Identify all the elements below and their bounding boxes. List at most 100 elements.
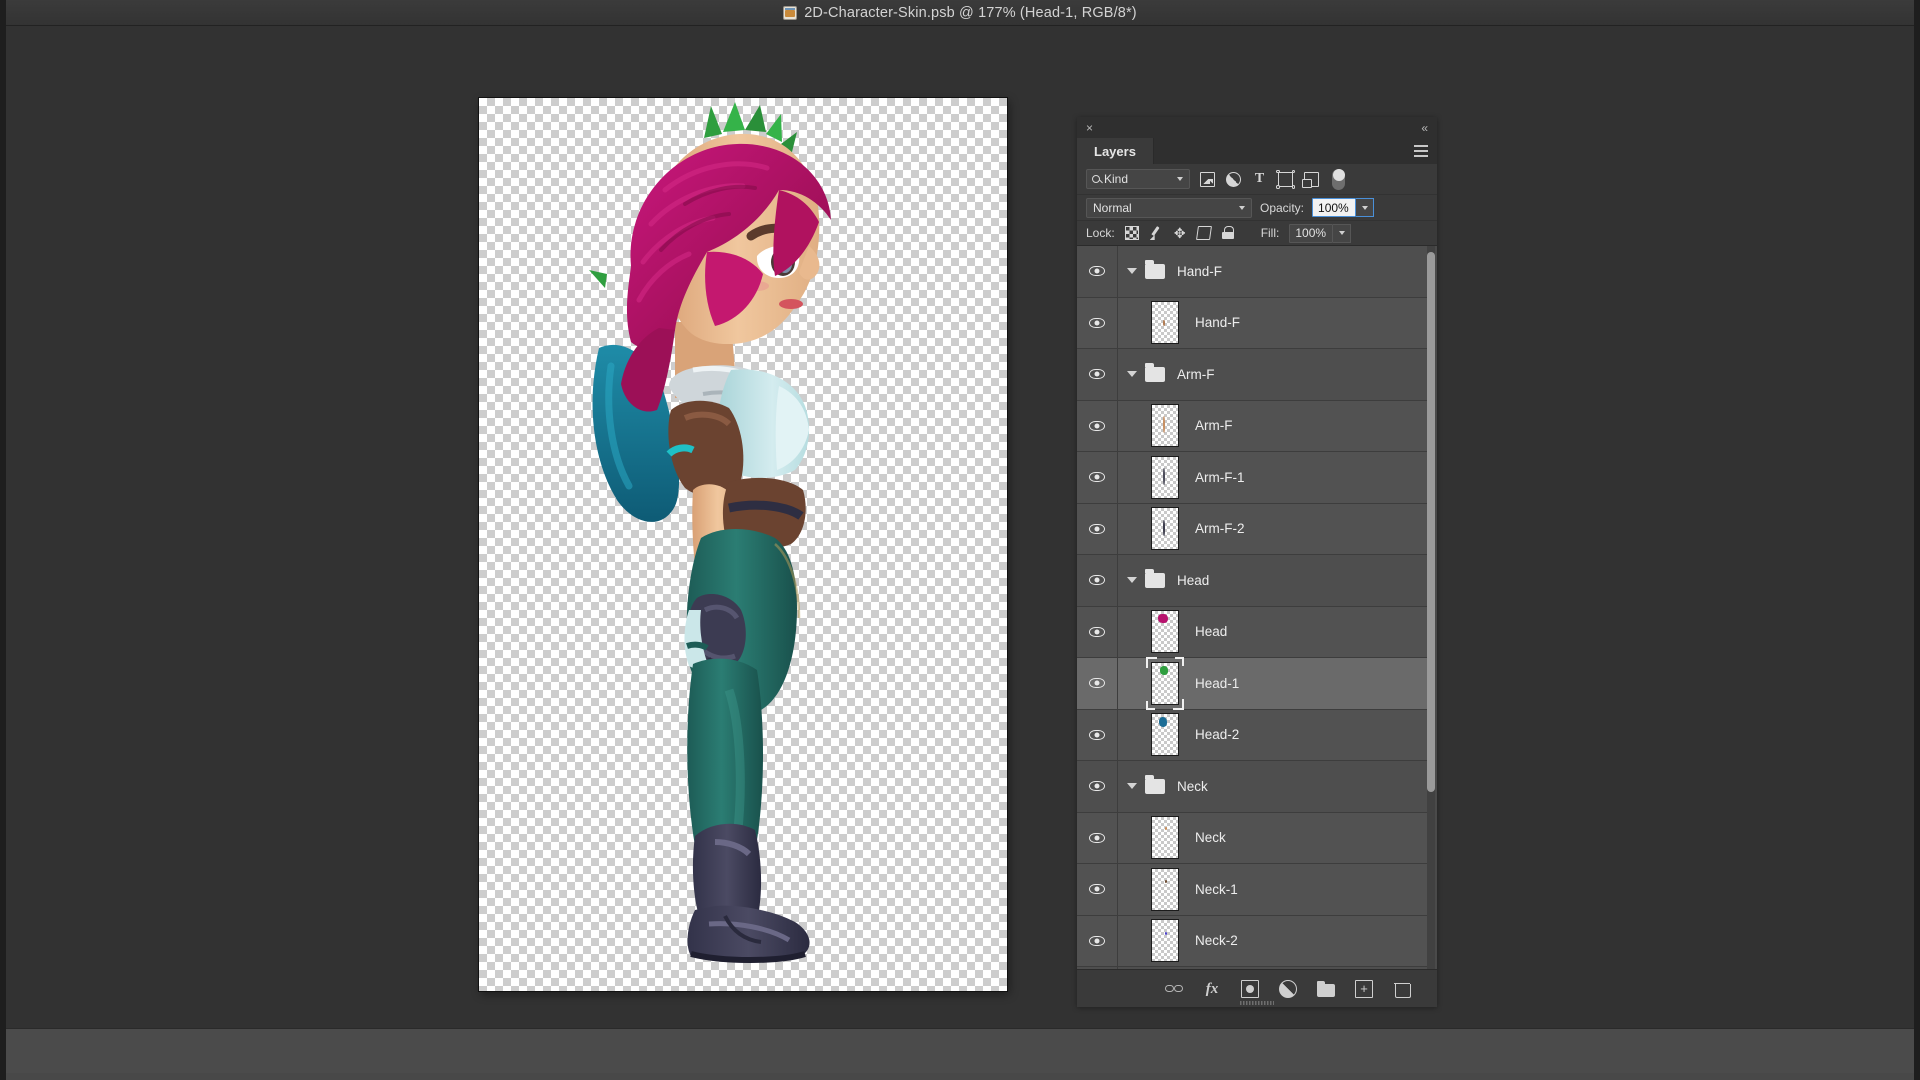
- layer-name: Head: [1177, 572, 1210, 588]
- layer-visibility-toggle[interactable]: [1077, 452, 1118, 503]
- document-canvas[interactable]: [479, 98, 1007, 991]
- layer-row[interactable]: Head: [1077, 606, 1427, 658]
- lock-transparent-pixels-icon[interactable]: [1124, 226, 1139, 240]
- lock-image-pixels-icon[interactable]: [1149, 226, 1163, 240]
- layer-row[interactable]: Arm-F: [1077, 400, 1427, 452]
- layer-thumbnail[interactable]: [1151, 455, 1179, 499]
- layer-row-body: Hand-F: [1118, 298, 1427, 349]
- lock-all-icon[interactable]: [1221, 226, 1235, 240]
- layer-row[interactable]: Neck: [1077, 812, 1427, 864]
- pixel-layer-filter-icon[interactable]: [1200, 171, 1215, 187]
- chevron-down-icon: [1239, 205, 1245, 210]
- link-layers-icon[interactable]: [1165, 980, 1183, 998]
- layer-row[interactable]: Neck-1: [1077, 864, 1427, 916]
- fill-input[interactable]: 100%: [1289, 223, 1334, 243]
- character-artwork: [589, 102, 831, 963]
- chevron-down-icon[interactable]: [1127, 268, 1137, 275]
- thumbnail-content: [1162, 320, 1165, 327]
- layer-row[interactable]: Neck: [1077, 761, 1427, 813]
- folder-icon: [1145, 260, 1165, 279]
- layer-thumbnail[interactable]: [1151, 404, 1179, 448]
- layer-thumbnail[interactable]: [1151, 610, 1179, 654]
- layer-row[interactable]: Head: [1077, 555, 1427, 607]
- eye-icon: [1089, 266, 1105, 277]
- layer-name: Arm-F: [1195, 418, 1233, 434]
- layer-row[interactable]: Arm-F-1: [1077, 452, 1427, 504]
- layer-visibility-toggle[interactable]: [1077, 606, 1118, 657]
- layer-thumbnail[interactable]: [1146, 656, 1184, 710]
- close-icon[interactable]: ×: [1086, 122, 1093, 134]
- opacity-input[interactable]: 100%: [1312, 198, 1357, 217]
- layer-list[interactable]: Hand-F Hand-F Arm-F Arm-F Arm-F-1 Arm-F-2 Head…: [1077, 246, 1437, 969]
- panel-resize-grip[interactable]: [1240, 1001, 1274, 1005]
- layer-visibility-toggle[interactable]: [1077, 349, 1118, 400]
- opacity-stepper[interactable]: [1356, 198, 1375, 217]
- thumbnail-content: [1158, 716, 1168, 728]
- tab-layers-label: Layers: [1094, 143, 1136, 159]
- new-adjustment-layer-icon[interactable]: [1279, 979, 1297, 998]
- layer-row[interactable]: Head-1: [1077, 656, 1427, 710]
- fill-stepper[interactable]: [1333, 223, 1352, 243]
- layer-visibility-toggle[interactable]: [1077, 658, 1118, 709]
- layer-list-scrollbar[interactable]: [1427, 246, 1435, 969]
- eye-icon: [1089, 729, 1105, 740]
- layer-visibility-toggle[interactable]: [1077, 709, 1118, 760]
- thumbnail-content: [1163, 415, 1166, 433]
- filter-kind-dropdown[interactable]: Kind: [1086, 169, 1190, 189]
- hamburger-menu-icon[interactable]: [1414, 145, 1428, 157]
- chevron-down-icon[interactable]: [1127, 783, 1137, 790]
- chevron-down-icon[interactable]: [1127, 371, 1137, 378]
- layer-thumbnail[interactable]: [1151, 919, 1179, 963]
- layer-thumbnail[interactable]: [1151, 507, 1179, 551]
- layer-styles-fx-icon[interactable]: fx: [1203, 980, 1221, 998]
- layer-thumbnail[interactable]: [1151, 816, 1179, 860]
- eye-icon: [1089, 420, 1105, 431]
- layer-visibility-toggle[interactable]: [1077, 297, 1118, 348]
- chevron-down-icon[interactable]: [1127, 577, 1137, 584]
- lock-position-icon[interactable]: ✥: [1173, 226, 1187, 240]
- new-layer-icon[interactable]: [1355, 979, 1373, 998]
- layer-row-body: Neck: [1118, 761, 1427, 812]
- lock-artboard-nesting-icon[interactable]: [1195, 226, 1212, 240]
- folder-icon: [1145, 363, 1165, 382]
- layer-thumbnail[interactable]: [1151, 867, 1179, 911]
- layer-thumbnail[interactable]: [1151, 713, 1179, 757]
- type-layer-filter-icon[interactable]: T: [1252, 171, 1267, 187]
- delete-layer-icon[interactable]: [1393, 980, 1411, 998]
- layer-row[interactable]: Hand-F: [1077, 246, 1427, 298]
- layer-row-body: Arm-F-1: [1118, 452, 1427, 503]
- layer-visibility-toggle[interactable]: [1077, 864, 1118, 915]
- thumbnail-content: [1163, 520, 1166, 536]
- lock-fill-row: Lock: ✥ Fill: 100%: [1077, 220, 1437, 246]
- eye-icon: [1089, 575, 1105, 586]
- layer-thumbnail[interactable]: [1151, 301, 1179, 345]
- scrollbar-thumb[interactable]: [1427, 252, 1435, 792]
- blend-mode-value: Normal: [1093, 200, 1132, 215]
- layer-visibility-toggle[interactable]: [1077, 400, 1118, 451]
- layer-row[interactable]: Arm-F-2: [1077, 503, 1427, 555]
- layer-visibility-toggle[interactable]: [1077, 761, 1118, 812]
- layer-visibility-toggle[interactable]: [1077, 503, 1118, 554]
- new-group-icon[interactable]: [1317, 980, 1335, 997]
- layer-row[interactable]: Head-2: [1077, 709, 1427, 761]
- search-icon: [1092, 175, 1100, 183]
- thumbnail-content: [1159, 666, 1169, 675]
- add-layer-mask-icon[interactable]: [1241, 979, 1259, 998]
- collapse-panel-icon[interactable]: «: [1421, 122, 1428, 134]
- layer-visibility-toggle[interactable]: [1077, 812, 1118, 863]
- smart-object-filter-icon[interactable]: [1302, 171, 1319, 188]
- layer-list-rows: Hand-F Hand-F Arm-F Arm-F Arm-F-1 Arm-F-2 Head…: [1077, 246, 1427, 969]
- layer-row-body: Neck: [1118, 813, 1427, 864]
- tab-layers[interactable]: Layers: [1077, 138, 1154, 164]
- layer-row[interactable]: Hand-F: [1077, 297, 1427, 349]
- shape-layer-filter-icon[interactable]: [1276, 169, 1295, 189]
- adjustment-layer-filter-icon[interactable]: [1226, 171, 1241, 187]
- layer-row-body: Head-1: [1118, 656, 1427, 710]
- filter-enable-toggle[interactable]: [1332, 168, 1345, 190]
- layer-visibility-toggle[interactable]: [1077, 246, 1118, 297]
- layer-row[interactable]: Neck-2: [1077, 915, 1427, 967]
- layer-row[interactable]: Arm-F: [1077, 349, 1427, 401]
- layer-visibility-toggle[interactable]: [1077, 555, 1118, 606]
- blend-mode-dropdown[interactable]: Normal: [1086, 197, 1252, 218]
- layer-visibility-toggle[interactable]: [1077, 915, 1118, 966]
